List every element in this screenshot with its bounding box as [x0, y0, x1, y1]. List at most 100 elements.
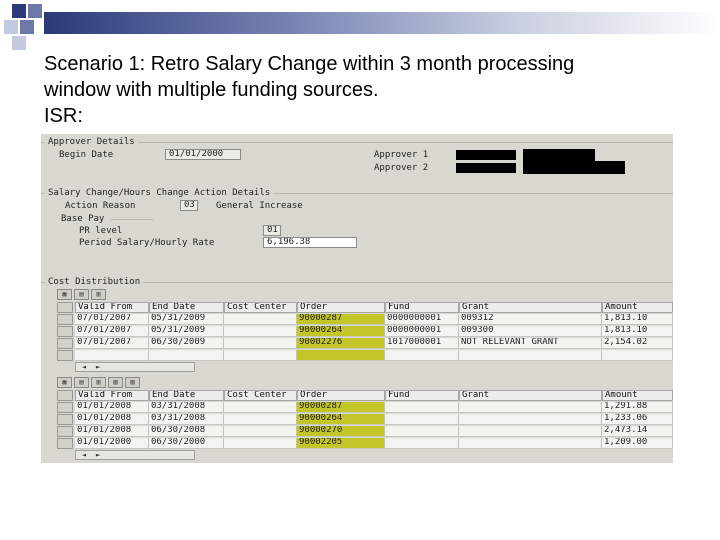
cell-amount[interactable]: 1,813.10	[602, 326, 673, 337]
cell-order[interactable]: 90002276	[297, 338, 385, 349]
details-button[interactable]: ▦	[57, 289, 72, 300]
delete-row-button[interactable]: ▥	[91, 377, 106, 388]
row-selector[interactable]	[57, 438, 73, 449]
cell-grant[interactable]	[459, 414, 602, 425]
column-header-end-date[interactable]: End Date	[149, 302, 224, 313]
column-header-end-date[interactable]: End Date	[149, 390, 224, 401]
cell-fund[interactable]	[385, 350, 459, 361]
cell-cost-center[interactable]	[224, 350, 297, 361]
cell-fund[interactable]: 1017000001	[385, 338, 459, 349]
cell-order[interactable]	[297, 350, 385, 361]
cell-fund[interactable]	[385, 426, 459, 437]
cell-order[interactable]: 90000287	[297, 402, 385, 413]
column-header-cost-center[interactable]: Cost Center	[224, 302, 297, 313]
cell-grant[interactable]: 009300	[459, 326, 602, 337]
column-header-fund[interactable]: Fund	[385, 390, 459, 401]
select-all-cell[interactable]	[57, 302, 73, 313]
table2-scrollbar[interactable]: ◄ ►	[75, 450, 195, 460]
cell-grant[interactable]: 009312	[459, 314, 602, 325]
insert-row-button[interactable]: ▤	[74, 289, 89, 300]
cell-amount[interactable]: 1,233.06	[602, 414, 673, 425]
cell-order[interactable]: 90000270	[297, 426, 385, 437]
cell-grant[interactable]	[459, 350, 602, 361]
row-selector[interactable]	[57, 314, 73, 325]
cell-cost-center[interactable]	[224, 326, 297, 337]
cell-order[interactable]: 90000264	[297, 414, 385, 425]
column-header-grant[interactable]: Grant	[459, 390, 602, 401]
insert-row-button[interactable]: ▤	[74, 377, 89, 388]
details-button[interactable]: ▦	[57, 377, 72, 388]
delete-row-button[interactable]: ▥	[91, 289, 106, 300]
cell-valid-from[interactable]: 07/01/2007	[75, 314, 149, 325]
scroll-right-icon[interactable]: ►	[92, 363, 104, 371]
column-header-fund[interactable]: Fund	[385, 302, 459, 313]
cell-amount[interactable]: 1,813.10	[602, 314, 673, 325]
column-header-grant[interactable]: Grant	[459, 302, 602, 313]
cell-cost-center[interactable]	[224, 426, 297, 437]
row-selector[interactable]	[57, 426, 73, 437]
cell-valid-from[interactable]: 01/01/2008	[75, 426, 149, 437]
pr-level-field[interactable]: 01	[263, 225, 281, 236]
sap-screen: Approver Details Begin Date 01/01/2000 A…	[41, 134, 673, 463]
scroll-left-icon[interactable]: ◄	[78, 363, 90, 371]
cell-end-date[interactable]: 06/30/2009	[149, 338, 224, 349]
cell-cost-center[interactable]	[224, 414, 297, 425]
cell-cost-center[interactable]	[224, 338, 297, 349]
cell-amount[interactable]: 2,473.14	[602, 426, 673, 437]
cell-valid-from[interactable]: 07/01/2007	[75, 326, 149, 337]
column-header-order[interactable]: Order	[297, 302, 385, 313]
cell-valid-from[interactable]: 01/01/2008	[75, 414, 149, 425]
cell-end-date[interactable]: 03/31/2008	[149, 402, 224, 413]
cell-fund[interactable]	[385, 414, 459, 425]
scroll-left-icon[interactable]: ◄	[78, 451, 90, 459]
cell-order[interactable]: 90000264	[297, 326, 385, 337]
cell-grant[interactable]	[459, 402, 602, 413]
begin-date-field[interactable]: 01/01/2000	[165, 149, 241, 160]
cell-grant[interactable]	[459, 438, 602, 449]
cell-cost-center[interactable]	[224, 314, 297, 325]
cell-cost-center[interactable]	[224, 402, 297, 413]
copy-row-button[interactable]: ▧	[108, 377, 123, 388]
cell-amount[interactable]	[602, 350, 673, 361]
cell-order[interactable]: 90002205	[297, 438, 385, 449]
cell-fund[interactable]: 0000000001	[385, 314, 459, 325]
cell-amount[interactable]: 1,209.00	[602, 438, 673, 449]
cell-valid-from[interactable]: 01/01/2000	[75, 438, 149, 449]
cell-fund[interactable]	[385, 438, 459, 449]
row-selector[interactable]	[57, 350, 73, 361]
cell-order[interactable]: 90000287	[297, 314, 385, 325]
cell-cost-center[interactable]	[224, 438, 297, 449]
cell-grant[interactable]: NOT RELEVANT GRANT	[459, 338, 602, 349]
row-selector[interactable]	[57, 414, 73, 425]
column-header-valid-from[interactable]: Valid From	[75, 302, 149, 313]
cell-end-date[interactable]: 06/30/2008	[149, 426, 224, 437]
table1-scrollbar[interactable]: ◄ ►	[75, 362, 195, 372]
cost-section-title: Cost Distribution	[45, 277, 144, 287]
cell-amount[interactable]: 2,154.02	[602, 338, 673, 349]
cell-valid-from[interactable]: 07/01/2007	[75, 338, 149, 349]
cell-amount[interactable]: 1,291.88	[602, 402, 673, 413]
cell-fund[interactable]	[385, 402, 459, 413]
scroll-right-icon[interactable]: ►	[92, 451, 104, 459]
cell-end-date[interactable]: 05/31/2009	[149, 326, 224, 337]
column-header-amount[interactable]: Amount	[602, 302, 673, 313]
column-header-valid-from[interactable]: Valid From	[75, 390, 149, 401]
column-header-order[interactable]: Order	[297, 390, 385, 401]
period-salary-field[interactable]: 6,196.38	[263, 237, 357, 248]
row-selector[interactable]	[57, 326, 73, 337]
cell-fund[interactable]: 0000000001	[385, 326, 459, 337]
print-button[interactable]: ▨	[125, 377, 140, 388]
row-selector[interactable]	[57, 338, 73, 349]
column-header-cost-center[interactable]: Cost Center	[224, 390, 297, 401]
row-selector[interactable]	[57, 402, 73, 413]
cell-end-date[interactable]: 06/30/2000	[149, 438, 224, 449]
cell-grant[interactable]	[459, 426, 602, 437]
cell-valid-from[interactable]: 01/01/2008	[75, 402, 149, 413]
cell-end-date[interactable]	[149, 350, 224, 361]
action-reason-field[interactable]: 03	[180, 200, 198, 211]
column-header-amount[interactable]: Amount	[602, 390, 673, 401]
cell-end-date[interactable]: 05/31/2009	[149, 314, 224, 325]
select-all-cell[interactable]	[57, 390, 73, 401]
cell-end-date[interactable]: 03/31/2008	[149, 414, 224, 425]
cell-valid-from[interactable]	[75, 350, 149, 361]
